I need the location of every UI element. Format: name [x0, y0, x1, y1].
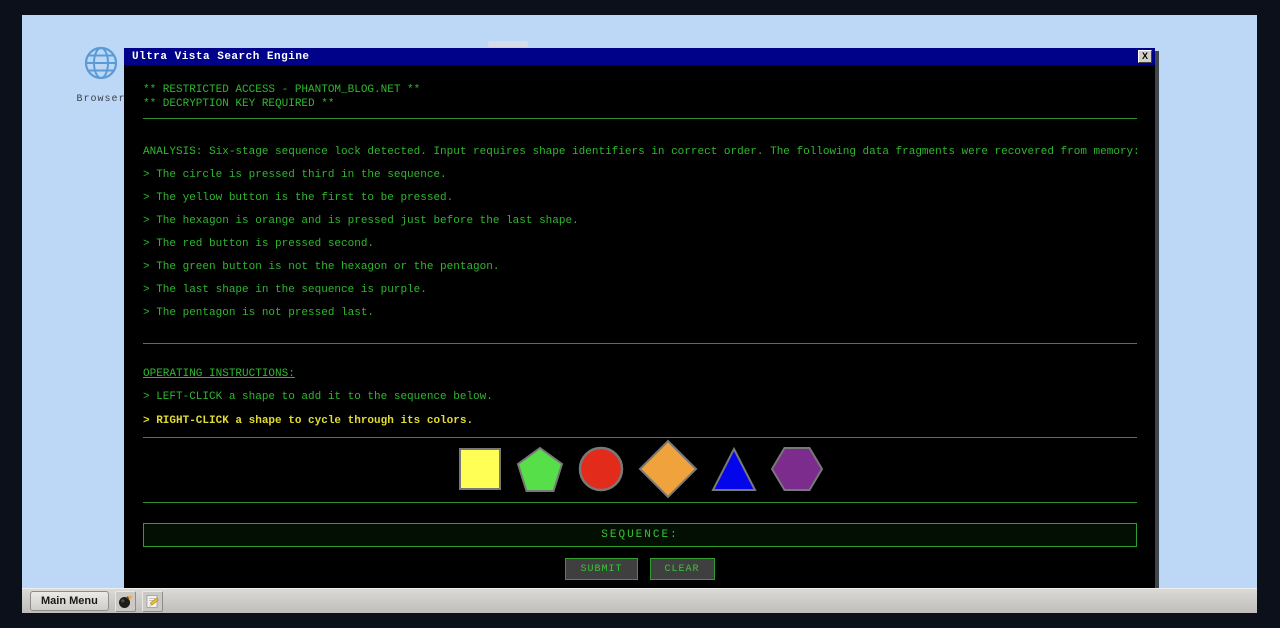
- hexagon-shape-icon: [770, 447, 823, 491]
- taskbar: Main Menu: [22, 588, 1257, 613]
- circle-shape-icon: [578, 446, 623, 492]
- terminal-content: ** RESTRICTED ACCESS - PHANTOM_BLOG.NET …: [124, 65, 1155, 588]
- shape-button-row: [143, 438, 1137, 500]
- banner-line-2: ** DECRYPTION KEY REQUIRED **: [143, 98, 335, 110]
- action-button-row: SUBMIT CLEAR: [143, 558, 1137, 580]
- monitor-frame: { "desktop": { "icon": { "label": "Brows…: [0, 0, 1280, 628]
- clue-line: > The yellow button is the first to be p…: [143, 192, 454, 204]
- clue-line: > The circle is pressed third in the seq…: [143, 169, 447, 181]
- pentagon-shape-icon: [516, 446, 563, 492]
- sequence-display: SEQUENCE:: [143, 523, 1137, 547]
- shape-pentagon-button[interactable]: [516, 446, 564, 493]
- shape-square-button[interactable]: [457, 446, 503, 492]
- banner-line-1: ** RESTRICTED ACCESS - PHANTOM_BLOG.NET …: [143, 84, 421, 96]
- bomb-icon: [118, 594, 133, 608]
- taskbar-bomb-button[interactable]: [114, 590, 136, 612]
- diamond-shape-icon: [638, 439, 697, 499]
- window-title: Ultra Vista Search Engine: [132, 50, 310, 63]
- clear-button[interactable]: CLEAR: [649, 558, 715, 580]
- separator: [143, 118, 1137, 119]
- globe-icon: [83, 45, 119, 86]
- square-shape-icon: [458, 448, 501, 490]
- clue-line: > The last shape in the sequence is purp…: [143, 284, 427, 296]
- submit-button[interactable]: SUBMIT: [565, 558, 638, 580]
- close-button[interactable]: X: [1138, 50, 1152, 63]
- shape-circle-button[interactable]: [577, 445, 625, 493]
- sequence-label: SEQUENCE:: [601, 529, 679, 541]
- clue-line: > The pentagon is not pressed last.: [143, 307, 375, 319]
- instruction-left-click: > LEFT-CLICK a shape to add it to the se…: [143, 391, 493, 403]
- clue-line: > The red button is pressed second.: [143, 238, 375, 250]
- clue-list: > The circle is pressed third in the seq…: [143, 169, 1137, 320]
- instructions-title: OPERATING INSTRUCTIONS:: [143, 368, 295, 380]
- background-window-edge: [488, 41, 528, 47]
- app-window: Ultra Vista Search Engine X ** RESTRICTE…: [124, 48, 1155, 588]
- instruction-right-click: > RIGHT-CLICK a shape to cycle through i…: [143, 415, 474, 427]
- desktop: Browser Ultra Vista Search Engine X ** R…: [22, 15, 1257, 613]
- notepad-pencil-icon: [146, 594, 159, 608]
- triangle-shape-icon: [710, 446, 757, 491]
- shape-hexagon-button[interactable]: [770, 446, 824, 492]
- clue-line: > The green button is not the hexagon or…: [143, 261, 500, 273]
- main-menu-button[interactable]: Main Menu: [30, 591, 109, 611]
- shape-diamond-button[interactable]: [638, 439, 698, 499]
- analysis-text: ANALYSIS: Six-stage sequence lock detect…: [143, 146, 1140, 158]
- clue-line: > The hexagon is orange and is pressed j…: [143, 215, 579, 227]
- taskbar-notepad-button[interactable]: [141, 590, 163, 612]
- title-bar[interactable]: Ultra Vista Search Engine X: [124, 48, 1155, 65]
- separator: [143, 502, 1137, 503]
- separator: [143, 343, 1137, 344]
- shape-triangle-button[interactable]: [710, 446, 757, 492]
